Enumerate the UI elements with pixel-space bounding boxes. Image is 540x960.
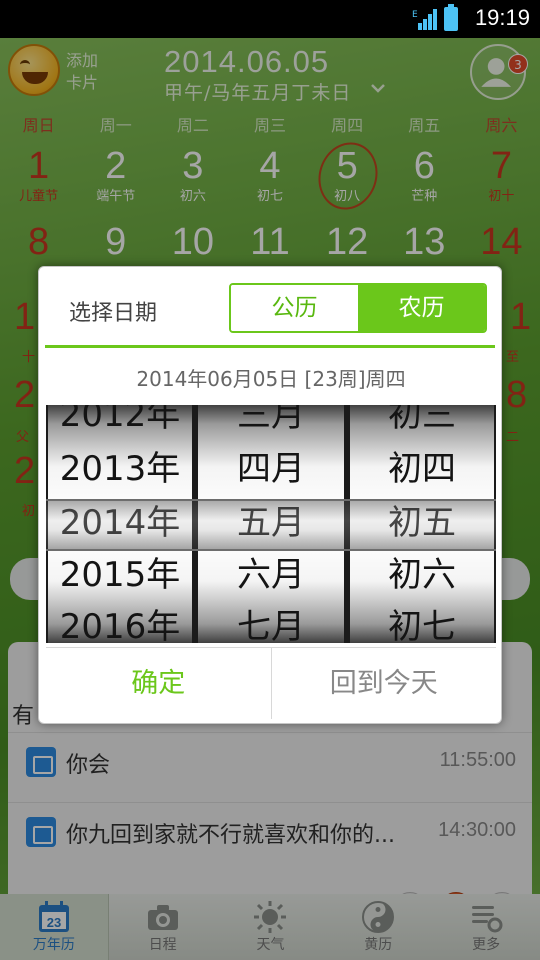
wheel-option-selected[interactable]: 2014年 bbox=[48, 497, 192, 549]
wheel-option[interactable]: 初三 bbox=[350, 405, 494, 441]
confirm-button[interactable]: 确定 bbox=[46, 648, 272, 719]
signal-icon: E bbox=[412, 9, 437, 30]
wheel-option[interactable]: 三月 bbox=[198, 405, 344, 441]
wheel-option-selected[interactable]: 初五 bbox=[350, 497, 494, 549]
wheel-option[interactable]: 初四 bbox=[350, 443, 494, 495]
wheel-option-selected[interactable]: 五月 bbox=[198, 497, 344, 549]
month-wheel[interactable]: 三月 四月 五月 六月 七月 bbox=[198, 405, 344, 643]
divider bbox=[45, 345, 495, 348]
wheel-option[interactable]: 2016年 bbox=[48, 601, 192, 643]
wheel-option[interactable]: 七月 bbox=[198, 601, 344, 643]
network-type: E bbox=[412, 10, 418, 20]
wheel-option[interactable]: 2013年 bbox=[48, 443, 192, 495]
wheel-option[interactable]: 初七 bbox=[350, 601, 494, 643]
wheel-option[interactable]: 初六 bbox=[350, 549, 494, 601]
lunar-tab[interactable]: 农历 bbox=[358, 285, 485, 331]
back-to-today-button[interactable]: 回到今天 bbox=[272, 648, 497, 719]
calendar-type-toggle: 公历 农历 bbox=[229, 283, 487, 333]
battery-icon bbox=[444, 4, 458, 31]
dialog-buttons: 确定 回到今天 bbox=[46, 647, 496, 719]
date-wheel-picker: 2012年 2013年 2014年 2015年 2016年 三月 四月 五月 六… bbox=[46, 405, 496, 643]
selected-date-text: 2014年06月05日 [23周]周四 bbox=[136, 367, 406, 391]
dialog-title: 选择日期 bbox=[69, 301, 158, 326]
date-picker-dialog: 选择日期 公历 农历 2014年06月05日 [23周]周四 2012年 201… bbox=[38, 266, 502, 724]
wheel-option[interactable]: 四月 bbox=[198, 443, 344, 495]
wheel-option[interactable]: 六月 bbox=[198, 549, 344, 601]
wheel-option[interactable]: 2012年 bbox=[48, 405, 192, 441]
clock: 19:19 bbox=[474, 5, 530, 30]
day-wheel[interactable]: 初三 初四 初五 初六 初七 bbox=[350, 405, 494, 643]
wheel-option[interactable]: 2015年 bbox=[48, 549, 192, 601]
gregorian-tab[interactable]: 公历 bbox=[231, 285, 358, 331]
status-bar: E 19:19 bbox=[0, 0, 540, 38]
year-wheel[interactable]: 2012年 2013年 2014年 2015年 2016年 bbox=[48, 405, 192, 643]
